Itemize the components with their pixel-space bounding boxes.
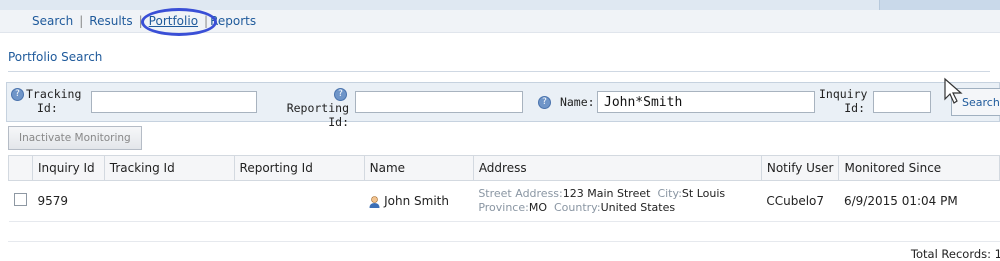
col-reporting-id[interactable]: Reporting Id (233, 155, 365, 181)
help-icon[interactable]: ? (538, 96, 551, 109)
table-footer: Total Records: 1 (8, 241, 1000, 261)
page-title: Portfolio Search (8, 50, 103, 64)
toolbar: Inactivate Monitoring (6, 124, 1000, 154)
nav-separator: | (79, 14, 84, 28)
tracking-id-label: ? Tracking Id: (11, 87, 81, 115)
col-address[interactable]: Address (472, 155, 762, 181)
mouse-cursor-icon (944, 77, 963, 104)
top-band (0, 0, 1000, 10)
inactivate-monitoring-button[interactable]: Inactivate Monitoring (8, 126, 142, 150)
divider (8, 71, 990, 72)
help-icon[interactable]: ? (334, 88, 347, 101)
tab-search[interactable]: Search (32, 14, 73, 28)
cell-monitored-since: 6/9/2015 01:04 PM (838, 180, 1000, 222)
city-value: St Louis (681, 187, 726, 200)
col-select (8, 155, 33, 181)
cell-address: Street Address:123 Main Street City:St L… (473, 180, 762, 222)
cell-inquiry-id: 9579 (32, 180, 105, 222)
country-key: Country: (553, 201, 601, 214)
col-tracking-id[interactable]: Tracking Id (103, 155, 235, 181)
table-header-row: Inquiry Id Tracking Id Reporting Id Name… (8, 155, 1000, 181)
cell-name: John Smith (364, 180, 474, 222)
name-input[interactable] (597, 91, 815, 113)
reporting-id-label: ?Reporting Id: (286, 88, 349, 129)
reporting-id-input[interactable] (355, 91, 523, 113)
cell-notify-user: CCubelo7 (761, 180, 839, 222)
col-name[interactable]: Name (363, 155, 474, 181)
col-inquiry-id[interactable]: Inquiry Id (31, 155, 105, 181)
cell-name-text: John Smith (384, 194, 449, 208)
help-icon[interactable]: ? (11, 88, 24, 101)
street-value: 123 Main Street (562, 187, 651, 200)
province-key: Province: (478, 201, 529, 214)
col-notify-user[interactable]: Notify User (760, 155, 840, 181)
portfolio-table: Inquiry Id Tracking Id Reporting Id Name… (8, 155, 1000, 222)
cell-tracking-id (104, 180, 235, 222)
row-checkbox-cell (8, 180, 33, 222)
annotation-circle (141, 8, 217, 36)
city-key: City: (657, 187, 682, 200)
name-label: ? Name: (538, 95, 595, 109)
row-checkbox[interactable] (13, 193, 27, 206)
total-records: Total Records: 1 (910, 247, 1000, 261)
inquiry-id-label: Inquiry Id: (819, 87, 868, 115)
user-icon (369, 195, 380, 208)
search-bar: ?Tracking Id: ?Reporting Id: ? Name: Inq… (6, 82, 1000, 129)
tab-results[interactable]: Results (89, 14, 132, 28)
table-row[interactable]: 9579 John Smith Street Address:123 Main … (8, 180, 1000, 222)
inquiry-id-input[interactable] (873, 91, 931, 113)
province-value: MO (528, 201, 547, 214)
tracking-id-input[interactable] (91, 91, 257, 113)
top-right-tab (879, 0, 1000, 10)
col-monitored-since[interactable]: Monitored Since (838, 155, 1000, 181)
cell-reporting-id (234, 180, 365, 222)
country-value: United States (600, 201, 676, 214)
street-key: Street Address: (478, 187, 563, 200)
